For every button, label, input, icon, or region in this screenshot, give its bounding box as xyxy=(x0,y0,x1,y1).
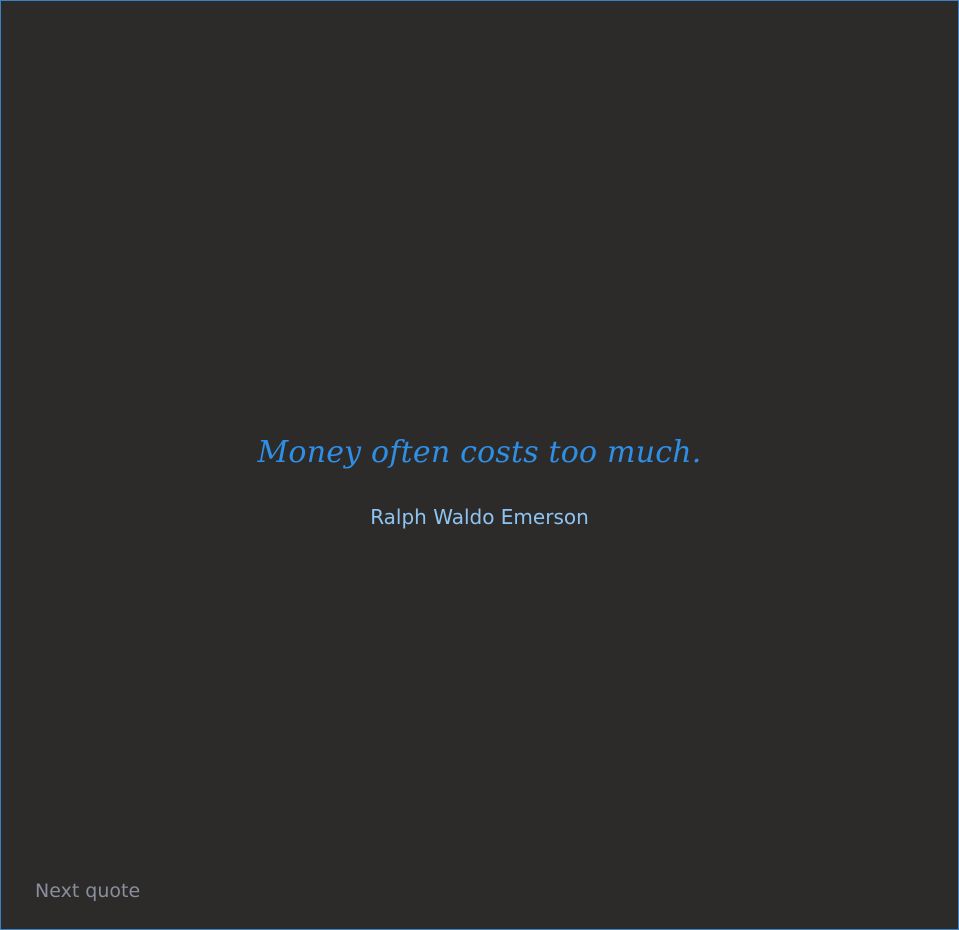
next-quote-button[interactable]: Next quote xyxy=(35,877,140,905)
quote-author: Ralph Waldo Emerson xyxy=(370,505,589,529)
quote-text: Money often costs too much. xyxy=(257,435,702,470)
quote-box: Money often costs too much. Ralph Waldo … xyxy=(0,0,959,930)
